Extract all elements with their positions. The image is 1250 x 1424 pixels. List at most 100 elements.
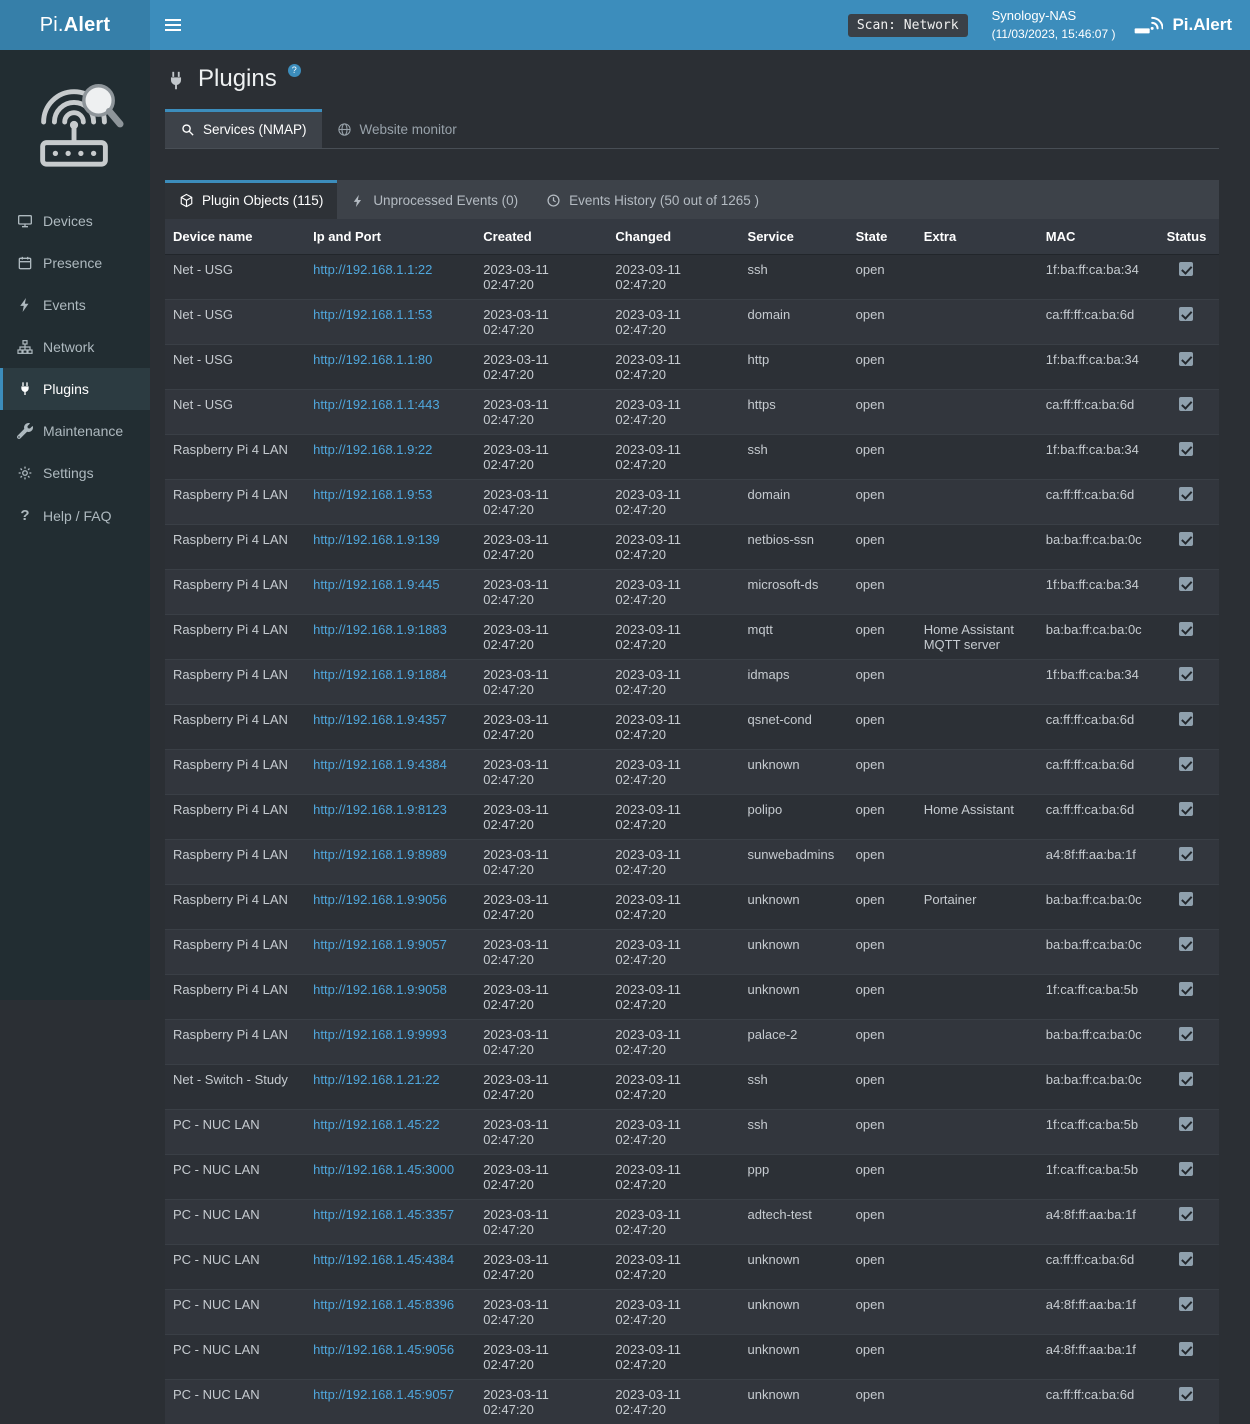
ip-port-link[interactable]: http://192.168.1.9:9057 [313, 937, 447, 952]
table-row[interactable]: Raspberry Pi 4 LAN http://192.168.1.9:90… [165, 885, 1219, 930]
status-checkbox[interactable] [1179, 982, 1193, 996]
hamburger-menu-icon[interactable] [150, 0, 196, 50]
table-row[interactable]: Net - USG http://192.168.1.1:22 2023-03-… [165, 255, 1219, 300]
column-header[interactable]: Ip and Port [305, 219, 475, 255]
tab-services-nmap[interactable]: Services (NMAP) [165, 109, 322, 148]
ip-port-link[interactable]: http://192.168.1.45:4384 [313, 1252, 454, 1267]
ip-port-link[interactable]: http://192.168.1.45:8396 [313, 1297, 454, 1312]
table-row[interactable]: Raspberry Pi 4 LAN http://192.168.1.9:81… [165, 795, 1219, 840]
column-header[interactable]: Service [740, 219, 848, 255]
status-checkbox[interactable] [1179, 1117, 1193, 1131]
ip-port-link[interactable]: http://192.168.1.1:22 [313, 262, 432, 277]
sidebar-item-devices[interactable]: Devices [0, 200, 150, 242]
status-checkbox[interactable] [1179, 352, 1193, 366]
column-header[interactable]: MAC [1038, 219, 1154, 255]
sidebar-item-settings[interactable]: Settings [0, 452, 150, 494]
help-badge[interactable]: ? [288, 64, 301, 77]
table-row[interactable]: PC - NUC LAN http://192.168.1.45:4384 20… [165, 1245, 1219, 1290]
status-checkbox[interactable] [1179, 757, 1193, 771]
ip-port-link[interactable]: http://192.168.1.9:1883 [313, 622, 447, 637]
ip-port-link[interactable]: http://192.168.1.45:3000 [313, 1162, 454, 1177]
status-checkbox[interactable] [1179, 1342, 1193, 1356]
ip-port-link[interactable]: http://192.168.1.45:9057 [313, 1387, 454, 1402]
status-checkbox[interactable] [1179, 262, 1193, 276]
tab-unprocessed-events[interactable]: Unprocessed Events (0) [337, 180, 532, 219]
status-checkbox[interactable] [1179, 712, 1193, 726]
status-checkbox[interactable] [1179, 487, 1193, 501]
table-row[interactable]: PC - NUC LAN http://192.168.1.45:8396 20… [165, 1290, 1219, 1335]
ip-port-link[interactable]: http://192.168.1.9:53 [313, 487, 432, 502]
ip-port-link[interactable]: http://192.168.1.45:9056 [313, 1342, 454, 1357]
status-checkbox[interactable] [1179, 1027, 1193, 1041]
tab-events-history[interactable]: Events History (50 out of 1265 ) [532, 180, 773, 219]
table-row[interactable]: Raspberry Pi 4 LAN http://192.168.1.9:43… [165, 705, 1219, 750]
ip-port-link[interactable]: http://192.168.1.9:9056 [313, 892, 447, 907]
table-row[interactable]: Raspberry Pi 4 LAN http://192.168.1.9:43… [165, 750, 1219, 795]
tab-website-monitor[interactable]: Website monitor [322, 109, 472, 148]
table-row[interactable]: Net - Switch - Study http://192.168.1.21… [165, 1065, 1219, 1110]
status-checkbox[interactable] [1179, 1252, 1193, 1266]
table-row[interactable]: Raspberry Pi 4 LAN http://192.168.1.9:99… [165, 1020, 1219, 1065]
sidebar-item-network[interactable]: Network [0, 326, 150, 368]
column-header[interactable]: State [848, 219, 916, 255]
table-row[interactable]: Raspberry Pi 4 LAN http://192.168.1.9:18… [165, 615, 1219, 660]
status-checkbox[interactable] [1179, 1387, 1193, 1401]
status-checkbox[interactable] [1179, 847, 1193, 861]
ip-port-link[interactable]: http://192.168.1.9:1884 [313, 667, 447, 682]
ip-port-link[interactable]: http://192.168.1.9:8989 [313, 847, 447, 862]
column-header[interactable]: Created [475, 219, 607, 255]
table-row[interactable]: PC - NUC LAN http://192.168.1.45:3357 20… [165, 1200, 1219, 1245]
ip-port-link[interactable]: http://192.168.1.1:443 [313, 397, 440, 412]
ip-port-link[interactable]: http://192.168.1.9:9993 [313, 1027, 447, 1042]
ip-port-link[interactable]: http://192.168.1.1:53 [313, 307, 432, 322]
table-row[interactable]: Raspberry Pi 4 LAN http://192.168.1.9:53… [165, 480, 1219, 525]
brand-logo[interactable]: Pi.Alert [0, 0, 150, 50]
table-row[interactable]: Raspberry Pi 4 LAN http://192.168.1.9:22… [165, 435, 1219, 480]
table-row[interactable]: PC - NUC LAN http://192.168.1.45:9057 20… [165, 1380, 1219, 1424]
table-row[interactable]: PC - NUC LAN http://192.168.1.45:3000 20… [165, 1155, 1219, 1200]
status-checkbox[interactable] [1179, 667, 1193, 681]
sidebar-item-help[interactable]: ? Help / FAQ [0, 494, 150, 537]
ip-port-link[interactable]: http://192.168.1.21:22 [313, 1072, 440, 1087]
ip-port-link[interactable]: http://192.168.1.9:8123 [313, 802, 447, 817]
table-row[interactable]: Raspberry Pi 4 LAN http://192.168.1.9:90… [165, 975, 1219, 1020]
ip-port-link[interactable]: http://192.168.1.9:4357 [313, 712, 447, 727]
status-checkbox[interactable] [1179, 532, 1193, 546]
ip-port-link[interactable]: http://192.168.1.9:139 [313, 532, 440, 547]
sidebar-item-presence[interactable]: Presence [0, 242, 150, 284]
status-checkbox[interactable] [1179, 622, 1193, 636]
app-brand[interactable]: Pi.Alert [1133, 14, 1250, 36]
sidebar-item-events[interactable]: Events [0, 284, 150, 326]
ip-port-link[interactable]: http://192.168.1.45:22 [313, 1117, 440, 1132]
ip-port-link[interactable]: http://192.168.1.9:445 [313, 577, 440, 592]
ip-port-link[interactable]: http://192.168.1.9:22 [313, 442, 432, 457]
column-header[interactable]: Status [1154, 219, 1219, 255]
status-checkbox[interactable] [1179, 577, 1193, 591]
table-row[interactable]: PC - NUC LAN http://192.168.1.45:22 2023… [165, 1110, 1219, 1155]
ip-port-link[interactable]: http://192.168.1.1:80 [313, 352, 432, 367]
status-checkbox[interactable] [1179, 442, 1193, 456]
status-checkbox[interactable] [1179, 892, 1193, 906]
table-row[interactable]: Net - USG http://192.168.1.1:53 2023-03-… [165, 300, 1219, 345]
table-row[interactable]: Raspberry Pi 4 LAN http://192.168.1.9:13… [165, 525, 1219, 570]
status-checkbox[interactable] [1179, 802, 1193, 816]
table-row[interactable]: Net - USG http://192.168.1.1:80 2023-03-… [165, 345, 1219, 390]
sidebar-item-plugins[interactable]: Plugins [0, 368, 150, 410]
ip-port-link[interactable]: http://192.168.1.9:9058 [313, 982, 447, 997]
tab-plugin-objects[interactable]: Plugin Objects (115) [165, 180, 337, 219]
table-row[interactable]: PC - NUC LAN http://192.168.1.45:9056 20… [165, 1335, 1219, 1380]
table-row[interactable]: Raspberry Pi 4 LAN http://192.168.1.9:18… [165, 660, 1219, 705]
ip-port-link[interactable]: http://192.168.1.45:3357 [313, 1207, 454, 1222]
column-header[interactable]: Extra [916, 219, 1038, 255]
table-row[interactable]: Raspberry Pi 4 LAN http://192.168.1.9:89… [165, 840, 1219, 885]
status-checkbox[interactable] [1179, 937, 1193, 951]
status-checkbox[interactable] [1179, 1297, 1193, 1311]
column-header[interactable]: Device name [165, 219, 305, 255]
status-checkbox[interactable] [1179, 1072, 1193, 1086]
ip-port-link[interactable]: http://192.168.1.9:4384 [313, 757, 447, 772]
table-row[interactable]: Net - USG http://192.168.1.1:443 2023-03… [165, 390, 1219, 435]
status-checkbox[interactable] [1179, 1207, 1193, 1221]
table-row[interactable]: Raspberry Pi 4 LAN http://192.168.1.9:44… [165, 570, 1219, 615]
sidebar-item-maintenance[interactable]: Maintenance [0, 410, 150, 452]
table-row[interactable]: Raspberry Pi 4 LAN http://192.168.1.9:90… [165, 930, 1219, 975]
